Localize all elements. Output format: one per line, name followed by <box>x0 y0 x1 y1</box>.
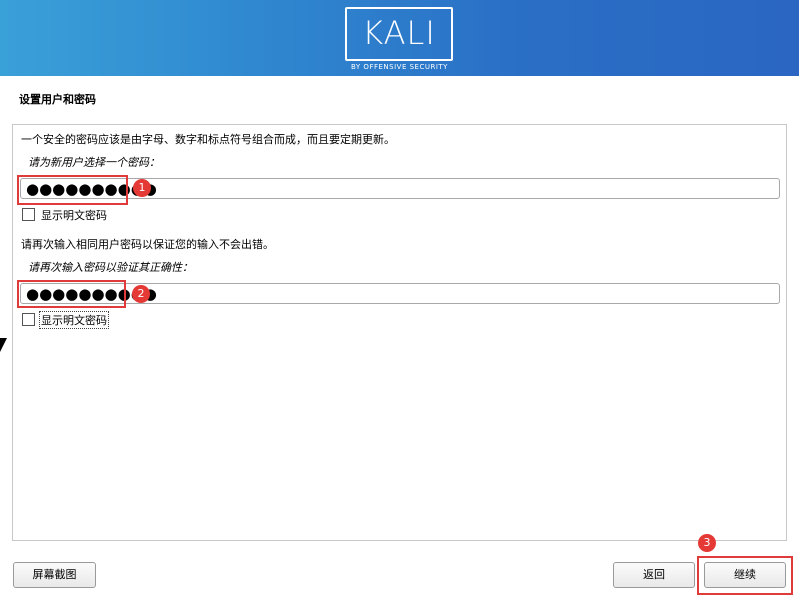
kali-logo: KALI <box>345 7 453 61</box>
password-prompt: 请为新用户选择一个密码： <box>28 156 160 169</box>
highlight-box-1 <box>17 175 128 205</box>
show-confirm-password-label[interactable]: 显示明文密码 <box>39 311 109 329</box>
reenter-note: 请再次输入相同用户密码以保证您的输入不会出错。 <box>21 238 274 251</box>
show-confirm-password-checkbox[interactable] <box>22 313 35 326</box>
header-banner: KALI BY OFFENSIVE SECURITY <box>0 0 799 76</box>
highlight-box-2 <box>17 280 126 308</box>
step-badge-1: 1 <box>133 179 151 197</box>
back-button[interactable]: 返回 <box>613 562 695 588</box>
step-badge-3: 3 <box>698 534 716 552</box>
show-password-label[interactable]: 显示明文密码 <box>41 207 107 223</box>
intro-text: 一个安全的密码应该是由字母、数字和标点符号组合而成，而且要定期更新。 <box>21 133 395 146</box>
logo-subtitle: BY OFFENSIVE SECURITY <box>351 63 448 71</box>
mouse-pointer-icon <box>0 338 7 352</box>
logo-text: KALI <box>362 14 436 52</box>
step-badge-2: 2 <box>132 285 150 303</box>
confirm-password-prompt: 请再次输入密码以验证其正确性： <box>28 261 193 274</box>
highlight-box-3 <box>697 556 793 595</box>
show-password-checkbox[interactable] <box>22 208 35 221</box>
page-title: 设置用户和密码 <box>19 93 96 106</box>
screenshot-button[interactable]: 屏幕截图 <box>13 562 96 588</box>
